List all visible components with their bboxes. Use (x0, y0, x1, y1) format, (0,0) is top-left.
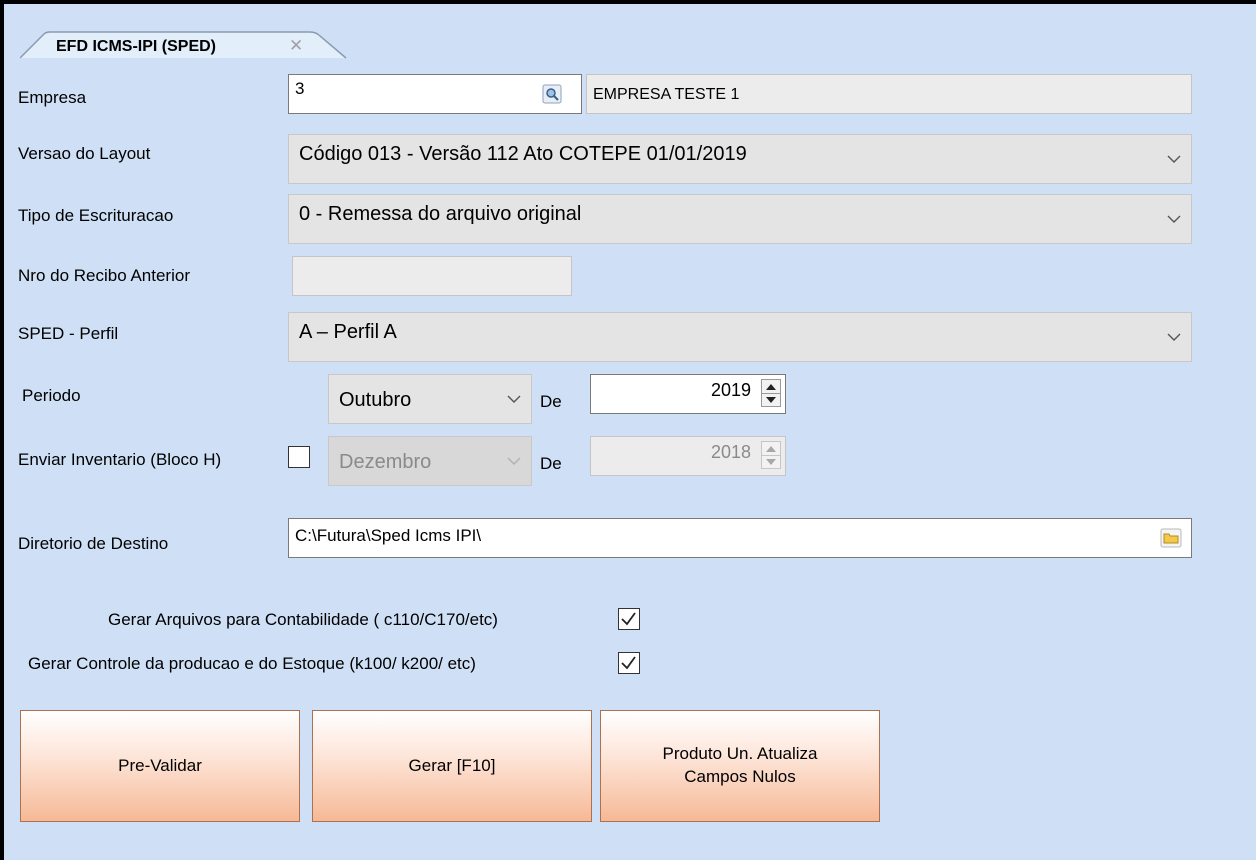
periodo-year-value: 2019 (710, 380, 751, 400)
periodo-month-value: Outubro (339, 389, 412, 411)
sped-perfil-label: SPED - Perfil (18, 324, 119, 343)
chevron-down-icon (1167, 155, 1181, 163)
versao-layout-select[interactable]: Código 013 - Versão 112 Ato COTEPE 01/01… (288, 134, 1192, 184)
close-icon[interactable]: ✕ (289, 36, 303, 56)
year-spin-buttons (761, 441, 781, 469)
periodo-month-select[interactable]: Outubro (328, 374, 532, 424)
tipo-escrituracao-label: Tipo de Escrituracao (18, 206, 174, 225)
produto-label-line1: Produto Un. Atualiza (662, 744, 818, 764)
chevron-down-icon (507, 457, 521, 465)
diretorio-input[interactable]: C:\Futura\Sped Icms IPI\ (288, 518, 1192, 558)
periodo-year-stepper[interactable]: 2019 (590, 374, 786, 414)
search-icon[interactable] (542, 84, 562, 104)
empresa-name-field: EMPRESA TESTE 1 (586, 74, 1192, 114)
chevron-down-icon (507, 395, 521, 403)
pre-validar-button[interactable]: Pre-Validar (20, 710, 300, 822)
check-icon (621, 612, 636, 626)
gerar-controle-checkbox[interactable] (618, 652, 640, 674)
versao-layout-value: Código 013 - Versão 112 Ato COTEPE 01/01… (299, 143, 747, 165)
sped-window: EFD ICMS-IPI (SPED) ✕ Empresa 3 EMPRESA … (0, 0, 1256, 860)
periodo-label: Periodo (22, 386, 81, 405)
empresa-code-input[interactable]: 3 (288, 74, 582, 114)
gerar-label: Gerar [F10] (408, 755, 496, 775)
diretorio-value: C:\Futura\Sped Icms IPI\ (295, 526, 482, 545)
spin-down-icon[interactable] (762, 455, 780, 468)
sped-perfil-select[interactable]: A – Perfil A (288, 312, 1192, 362)
gerar-controle-label: Gerar Controle da producao e do Estoque … (28, 654, 476, 673)
spin-up-icon[interactable] (762, 380, 780, 394)
pre-validar-label: Pre-Validar (118, 755, 202, 775)
tipo-escrituracao-select[interactable]: 0 - Remessa do arquivo original (288, 194, 1192, 244)
periodo-de-label: De (540, 392, 562, 411)
gerar-button[interactable]: Gerar [F10] (312, 710, 592, 822)
inventario-year-value: 2018 (710, 442, 751, 462)
inventario-month-select[interactable]: Dezembro (328, 436, 532, 486)
inventario-de-label: De (540, 454, 562, 473)
spin-down-icon[interactable] (762, 393, 780, 406)
inventario-month-value: Dezembro (339, 451, 432, 473)
year-spin-buttons (761, 379, 781, 407)
inventario-checkbox[interactable] (288, 446, 310, 468)
chevron-down-icon (1167, 333, 1181, 341)
gerar-contabilidade-label: Gerar Arquivos para Contabilidade ( c110… (108, 610, 498, 629)
empresa-label: Empresa (18, 88, 87, 107)
tab-settings-title[interactable]: EFD ICMS-IPI (SPED) (56, 38, 216, 56)
versao-layout-label: Versao do Layout (18, 144, 151, 163)
tipo-escrituracao-value: 0 - Remessa do arquivo original (299, 203, 582, 225)
chevron-down-icon (1167, 215, 1181, 223)
inventario-label: Enviar Inventario (Bloco H) (18, 450, 222, 469)
nro-recibo-input[interactable] (292, 256, 572, 296)
produto-label-line2: Campos Nulos (684, 767, 796, 786)
folder-icon[interactable] (1160, 528, 1182, 548)
diretorio-label: Diretorio de Destino (18, 534, 169, 553)
sped-perfil-value: A – Perfil A (299, 321, 397, 343)
spin-up-icon[interactable] (762, 442, 780, 456)
gerar-contabilidade-checkbox[interactable] (618, 608, 640, 630)
nro-recibo-label: Nro do Recibo Anterior (18, 266, 190, 285)
produto-atualiza-button[interactable]: Produto Un. Atualiza Campos Nulos (600, 710, 880, 822)
inventario-year-stepper[interactable]: 2018 (590, 436, 786, 476)
check-icon (621, 656, 636, 670)
